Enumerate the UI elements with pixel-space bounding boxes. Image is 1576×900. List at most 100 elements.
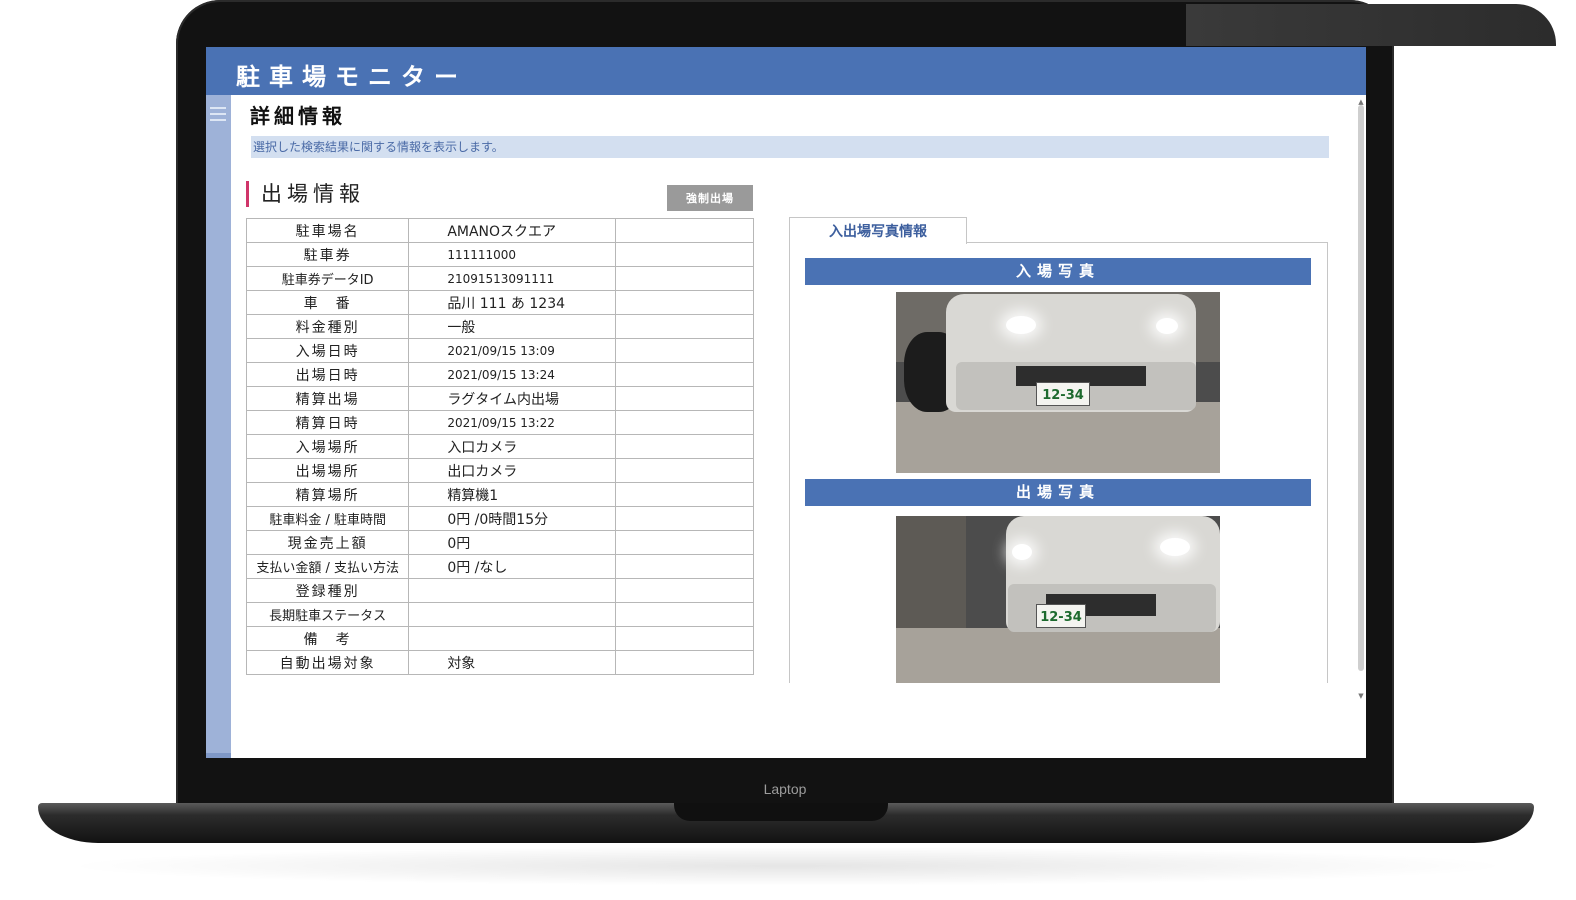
row-label: 駐車券データID bbox=[245, 266, 410, 291]
force-exit-button[interactable]: 強制出場 bbox=[667, 185, 753, 211]
table-row: 長期駐車ステータス bbox=[245, 602, 755, 627]
row-extra bbox=[614, 362, 755, 387]
row-value: 精算機1 bbox=[408, 482, 616, 507]
row-extra bbox=[614, 626, 755, 651]
row-extra bbox=[614, 218, 755, 243]
row-label: 支払い金額 / 支払い方法 bbox=[245, 554, 410, 579]
laptop-notch bbox=[674, 803, 888, 821]
table-row: 駐車料金 / 駐車時間 0円 /0時間15分 bbox=[245, 506, 755, 531]
row-value: AMANOスクエア bbox=[408, 218, 616, 243]
sidebar-footer bbox=[206, 753, 231, 758]
app-header: 駐車場モニター bbox=[206, 47, 1366, 95]
row-label: 登録種別 bbox=[245, 578, 410, 603]
row-value: ラグタイム内出場 bbox=[408, 386, 616, 411]
entry-photo: 12-34 bbox=[896, 292, 1220, 473]
row-extra bbox=[614, 266, 755, 291]
laptop-shadow bbox=[60, 846, 1516, 886]
row-value: 入口カメラ bbox=[408, 434, 616, 459]
table-row: 備 考 bbox=[245, 626, 755, 651]
row-value: 出口カメラ bbox=[408, 458, 616, 483]
table-row: 料金種別 一般 bbox=[245, 314, 755, 339]
table-row: 駐車場名 AMANOスクエア bbox=[245, 218, 755, 243]
row-value: 111111000 bbox=[408, 242, 616, 267]
exit-photo-title: 出場写真 bbox=[805, 479, 1311, 506]
section-title-exit-info: 出場情報 bbox=[246, 181, 365, 207]
row-label: 出場日時 bbox=[245, 362, 410, 387]
table-row: 現金売上額 0円 bbox=[245, 530, 755, 555]
tab-entry-exit-photos[interactable]: 入出場写真情報 bbox=[789, 217, 967, 244]
row-value: 0円 bbox=[408, 530, 616, 555]
row-label: 料金種別 bbox=[245, 314, 410, 339]
row-label: 精算場所 bbox=[245, 482, 410, 507]
row-extra bbox=[614, 650, 755, 675]
row-extra bbox=[614, 602, 755, 627]
row-value: 対象 bbox=[408, 650, 616, 675]
table-row: 精算日時 2021/09/15 13:22 bbox=[245, 410, 755, 435]
table-row: 精算場所 精算機1 bbox=[245, 482, 755, 507]
entry-plate: 12-34 bbox=[1036, 382, 1090, 406]
row-extra bbox=[614, 458, 755, 483]
table-row: 精算出場 ラグタイム内出場 bbox=[245, 386, 755, 411]
row-label: 入場日時 bbox=[245, 338, 410, 363]
row-label: 入場場所 bbox=[245, 434, 410, 459]
row-extra bbox=[614, 410, 755, 435]
row-extra bbox=[614, 482, 755, 507]
entry-photo-title: 入場写真 bbox=[805, 258, 1311, 285]
table-row: 車 番品川 111 あ 1234 bbox=[245, 290, 755, 315]
laptop-brand-label: Laptop bbox=[763, 781, 807, 797]
row-extra bbox=[614, 314, 755, 339]
row-extra bbox=[614, 242, 755, 267]
row-extra bbox=[614, 290, 755, 315]
app-screen: 駐車場モニター ▲ ▼ 詳細情報 選択した検索結果に関する情報を表示します。 出… bbox=[206, 47, 1366, 758]
row-label: 精算日時 bbox=[245, 410, 410, 435]
row-label: 精算出場 bbox=[245, 386, 410, 411]
sidebar bbox=[206, 95, 231, 758]
row-label: 出場場所 bbox=[245, 458, 410, 483]
row-value bbox=[408, 626, 616, 651]
exit-photo: 12-34 bbox=[896, 516, 1220, 683]
row-value: 品川 111 あ 1234 bbox=[408, 290, 616, 315]
row-value: 2021/09/15 13:22 bbox=[408, 410, 616, 435]
row-label: 駐車料金 / 駐車時間 bbox=[245, 506, 410, 531]
row-value bbox=[408, 578, 616, 603]
exit-info-table: 駐車場名 AMANOスクエア 駐車券 111111000 駐車券データID 2109151… bbox=[245, 218, 755, 675]
row-extra bbox=[614, 506, 755, 531]
menu-icon[interactable] bbox=[210, 107, 226, 125]
table-row: 駐車券データID 21091513091111 bbox=[245, 266, 755, 291]
row-extra bbox=[614, 530, 755, 555]
scroll-down-arrow-icon[interactable]: ▼ bbox=[1357, 693, 1365, 700]
row-label: 現金売上額 bbox=[245, 530, 410, 555]
page-notice: 選択した検索結果に関する情報を表示します。 bbox=[251, 136, 1329, 158]
app-title: 駐車場モニター bbox=[236, 63, 467, 91]
row-label: 車 番 bbox=[245, 290, 410, 315]
row-value: 0円 /0時間15分 bbox=[408, 506, 616, 531]
table-row: 駐車券 111111000 bbox=[245, 242, 755, 267]
row-value: 2021/09/15 13:24 bbox=[408, 362, 616, 387]
page-title: 詳細情報 bbox=[250, 104, 346, 128]
row-value: 2021/09/15 13:09 bbox=[408, 338, 616, 363]
table-row: 出場日時 2021/09/15 13:24 bbox=[245, 362, 755, 387]
row-label: 駐車券 bbox=[245, 242, 410, 267]
table-row: 入場場所 入口カメラ bbox=[245, 434, 755, 459]
row-extra bbox=[614, 434, 755, 459]
vertical-scrollbar[interactable] bbox=[1358, 105, 1364, 671]
photo-panel: 入場写真 12-34 出場写真 12-34 bbox=[789, 242, 1328, 683]
row-label: 備 考 bbox=[245, 626, 410, 651]
lid-glare bbox=[1186, 4, 1556, 46]
table-row: 出場場所 出口カメラ bbox=[245, 458, 755, 483]
exit-plate: 12-34 bbox=[1036, 604, 1086, 628]
row-extra bbox=[614, 554, 755, 579]
row-extra bbox=[614, 338, 755, 363]
row-value: 一般 bbox=[408, 314, 616, 339]
row-value: 21091513091111 bbox=[408, 266, 616, 291]
table-row: 登録種別 bbox=[245, 578, 755, 603]
row-label: 長期駐車ステータス bbox=[245, 602, 410, 627]
row-extra bbox=[614, 578, 755, 603]
row-value: 0円 /なし bbox=[408, 554, 616, 579]
row-label: 駐車場名 bbox=[245, 218, 410, 243]
row-label: 自動出場対象 bbox=[245, 650, 410, 675]
table-row: 自動出場対象 対象 bbox=[245, 650, 755, 675]
row-extra bbox=[614, 386, 755, 411]
table-row: 支払い金額 / 支払い方法 0円 /なし bbox=[245, 554, 755, 579]
table-row: 入場日時 2021/09/15 13:09 bbox=[245, 338, 755, 363]
